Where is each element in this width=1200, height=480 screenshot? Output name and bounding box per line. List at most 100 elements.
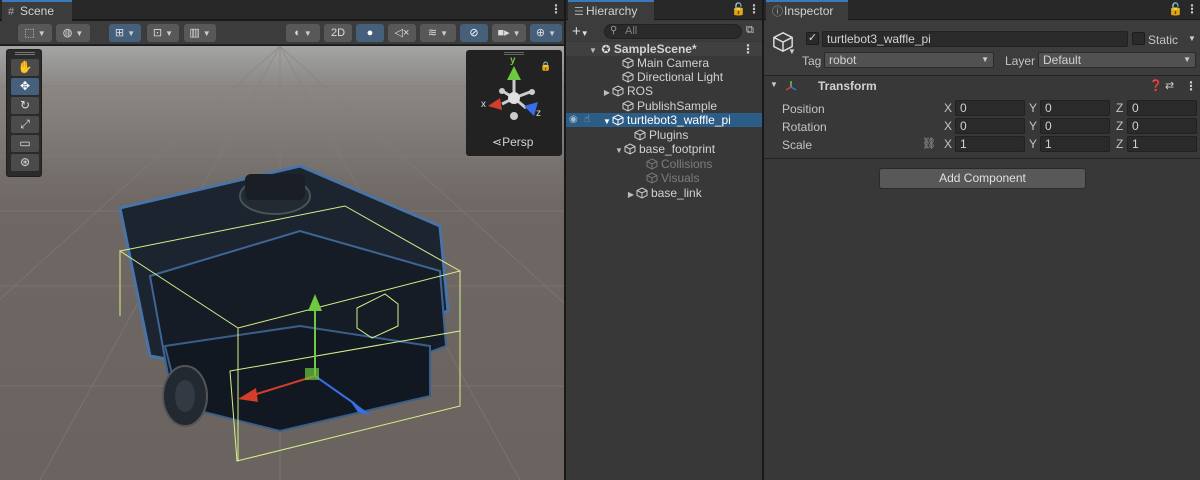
axis-y-label[interactable]: Y	[1029, 119, 1037, 133]
audio-toggle-button[interactable]: ◁×	[388, 24, 416, 42]
layer-dropdown[interactable]: Default ▼	[1038, 52, 1196, 68]
lock-icon[interactable]: 🔓	[731, 2, 746, 16]
camera-settings-button[interactable]: ■▸ ▼	[492, 24, 526, 42]
rotation-x-field[interactable]: 0	[955, 118, 1025, 134]
grid-snap-button[interactable]: ⊞ ▼	[109, 24, 141, 42]
axis-z-label[interactable]: Z	[1116, 101, 1123, 115]
static-dropdown-icon[interactable]: ▼	[1188, 34, 1196, 43]
tag-dropdown[interactable]: robot ▼	[824, 52, 994, 68]
globe-icon: ◍	[62, 27, 73, 39]
hierarchy-item-scene[interactable]: ▼ ✪ SampleScene* ⋮	[566, 42, 762, 56]
panel-splitter[interactable]	[762, 0, 764, 480]
gizmo-y-label: y	[510, 55, 516, 66]
position-y-field[interactable]: 0	[1040, 100, 1110, 116]
hierarchy-item-directional-light[interactable]: Directional Light	[566, 70, 762, 84]
add-component-button[interactable]: Add Component	[879, 168, 1086, 189]
hierarchy-item-visuals[interactable]: Visuals	[566, 171, 762, 185]
tab-hierarchy[interactable]: ☰ Hierarchy	[568, 0, 654, 21]
scale-tool-button[interactable]: ⤢	[11, 116, 39, 133]
scale-y-field[interactable]: 1	[1040, 136, 1110, 152]
search-placeholder: All	[625, 25, 638, 37]
scene-viewport[interactable]: ✋ ✥ ↻ ⤢ ▭ ⊛ 🔒 y x z ⋖Persp	[0, 46, 564, 480]
axis-y-label[interactable]: Y	[1029, 101, 1037, 115]
transform-tool-button[interactable]: ⊛	[11, 154, 39, 171]
collapse-arrow-icon[interactable]: ▶	[626, 188, 636, 202]
presets-icon[interactable]: ⇄	[1165, 79, 1174, 92]
link-icon[interactable]: ⛓	[922, 137, 936, 150]
gameobject-cube-icon	[622, 57, 634, 69]
hierarchy-item-base-footprint[interactable]: ▼ base_footprint	[566, 142, 762, 156]
grid-visibility-button[interactable]: ▥ ▼	[184, 24, 216, 42]
pickable-hand-icon[interactable]: ☝	[584, 113, 590, 127]
position-x-field[interactable]: 0	[955, 100, 1025, 116]
snap-increment-icon: ⊡	[152, 27, 163, 39]
gameobject-cube-icon	[622, 71, 634, 83]
hierarchy-item-collisions[interactable]: Collisions	[566, 157, 762, 171]
grid-visibility-icon: ▥	[189, 27, 200, 39]
expand-arrow-icon[interactable]: ▼	[602, 115, 612, 129]
hierarchy-menu-icon[interactable]: ⋮	[748, 2, 760, 16]
gizmos-button[interactable]: ⊕ ▼	[530, 24, 562, 42]
position-z-field[interactable]: 0	[1127, 100, 1197, 116]
gameobject-cube-icon	[646, 158, 658, 170]
axis-x-label[interactable]: X	[944, 137, 952, 151]
axis-z-label[interactable]: Z	[1116, 137, 1123, 151]
orientation-gizmo[interactable]: 🔒 y x z ⋖Persp	[466, 50, 562, 156]
axis-x-label[interactable]: X	[944, 101, 952, 115]
move-tool-button[interactable]: ✥	[11, 78, 39, 95]
draw-mode-button[interactable]: ⬚ ▼	[18, 24, 52, 42]
hierarchy-item-base-link[interactable]: ▶ base_link	[566, 186, 762, 200]
effects-button[interactable]: ≋ ▼	[420, 24, 456, 42]
mode-2d-button[interactable]: 2D	[324, 24, 352, 42]
hierarchy-item-main-camera[interactable]: Main Camera	[566, 56, 762, 70]
transform-header[interactable]: ▼ Transform ❓ ⇄ ⋮	[764, 77, 1200, 95]
gizmo-z-label: z	[536, 108, 541, 119]
rotation-y-field[interactable]: 0	[1040, 118, 1110, 134]
collapse-arrow-icon[interactable]: ▶	[602, 86, 612, 100]
component-menu-icon[interactable]: ⋮	[1185, 79, 1197, 93]
help-icon[interactable]: ❓	[1149, 79, 1163, 92]
hierarchy-search-input[interactable]: ⚲ All	[604, 24, 742, 39]
speaker-muted-icon: ◁×	[394, 27, 410, 39]
shading-mode-button[interactable]: ◐ ▼	[286, 24, 320, 42]
lighting-toggle-button[interactable]: ●	[356, 24, 384, 42]
rotate-tool-button[interactable]: ↻	[11, 97, 39, 114]
lock-icon[interactable]: 🔓	[1168, 2, 1183, 16]
hand-tool-button[interactable]: ✋	[11, 59, 39, 76]
static-checkbox[interactable]	[1132, 32, 1145, 45]
search-options-icon[interactable]: ⧉	[746, 24, 754, 37]
axis-y-label[interactable]: Y	[1029, 137, 1037, 151]
scene-menu-icon[interactable]: ⋮	[550, 2, 562, 16]
hierarchy-item-publish-sample[interactable]: PublishSample	[566, 99, 762, 113]
scene-menu-icon[interactable]: ⋮	[742, 42, 754, 56]
scale-z-field[interactable]: 1	[1127, 136, 1197, 152]
robot-model	[118, 164, 450, 433]
tab-scene[interactable]: # Scene	[2, 0, 72, 21]
global-toggle-button[interactable]: ◍ ▼	[56, 24, 90, 42]
foldout-arrow-icon[interactable]: ▼	[770, 80, 778, 89]
panel-splitter[interactable]	[564, 0, 566, 480]
scale-x-field[interactable]: 1	[955, 136, 1025, 152]
axis-x-label[interactable]: X	[944, 119, 952, 133]
inspector-menu-icon[interactable]: ⋮	[1186, 2, 1198, 16]
axis-z-label[interactable]: Z	[1116, 119, 1123, 133]
hierarchy-item-plugins[interactable]: Plugins	[566, 128, 762, 142]
hidden-objects-toggle[interactable]: ⊘	[460, 24, 488, 42]
expand-arrow-icon[interactable]: ▼	[614, 144, 624, 158]
persp-label[interactable]: ⋖Persp	[492, 135, 533, 149]
hierarchy-item-ros[interactable]: ▶ ROS	[566, 84, 762, 98]
icon-dropdown-icon[interactable]: ▼	[788, 47, 796, 56]
rotation-z-field[interactable]: 0	[1127, 118, 1197, 134]
tab-inspector[interactable]: ⓘInspector	[766, 0, 848, 21]
visibility-eye-icon[interactable]: ◉	[569, 113, 578, 127]
drag-handle[interactable]	[15, 52, 35, 55]
draw-mode-icon: ⬚	[24, 27, 35, 39]
object-name-input[interactable]: turtlebot3_waffle_pi	[822, 31, 1128, 47]
rect-tool-button[interactable]: ▭	[11, 135, 39, 152]
scene-toolbar: ⬚ ▼ ◍ ▼ ⊞ ▼ ⊡ ▼ ▥ ▼ ◐ ▼ 2D ● ◁× ≋ ▼ ⊘ ■▸ ▼ ⊕ ▼	[0, 21, 564, 45]
hierarchy-item-turtlebot3[interactable]: ◉ ☝ ▼ turtlebot3_waffle_pi	[566, 113, 762, 127]
increment-snap-button[interactable]: ⊡ ▼	[147, 24, 179, 42]
position-label: Position	[782, 102, 825, 116]
add-icon[interactable]: +▼	[572, 23, 589, 40]
active-checkbox[interactable]: ✓	[806, 32, 819, 45]
